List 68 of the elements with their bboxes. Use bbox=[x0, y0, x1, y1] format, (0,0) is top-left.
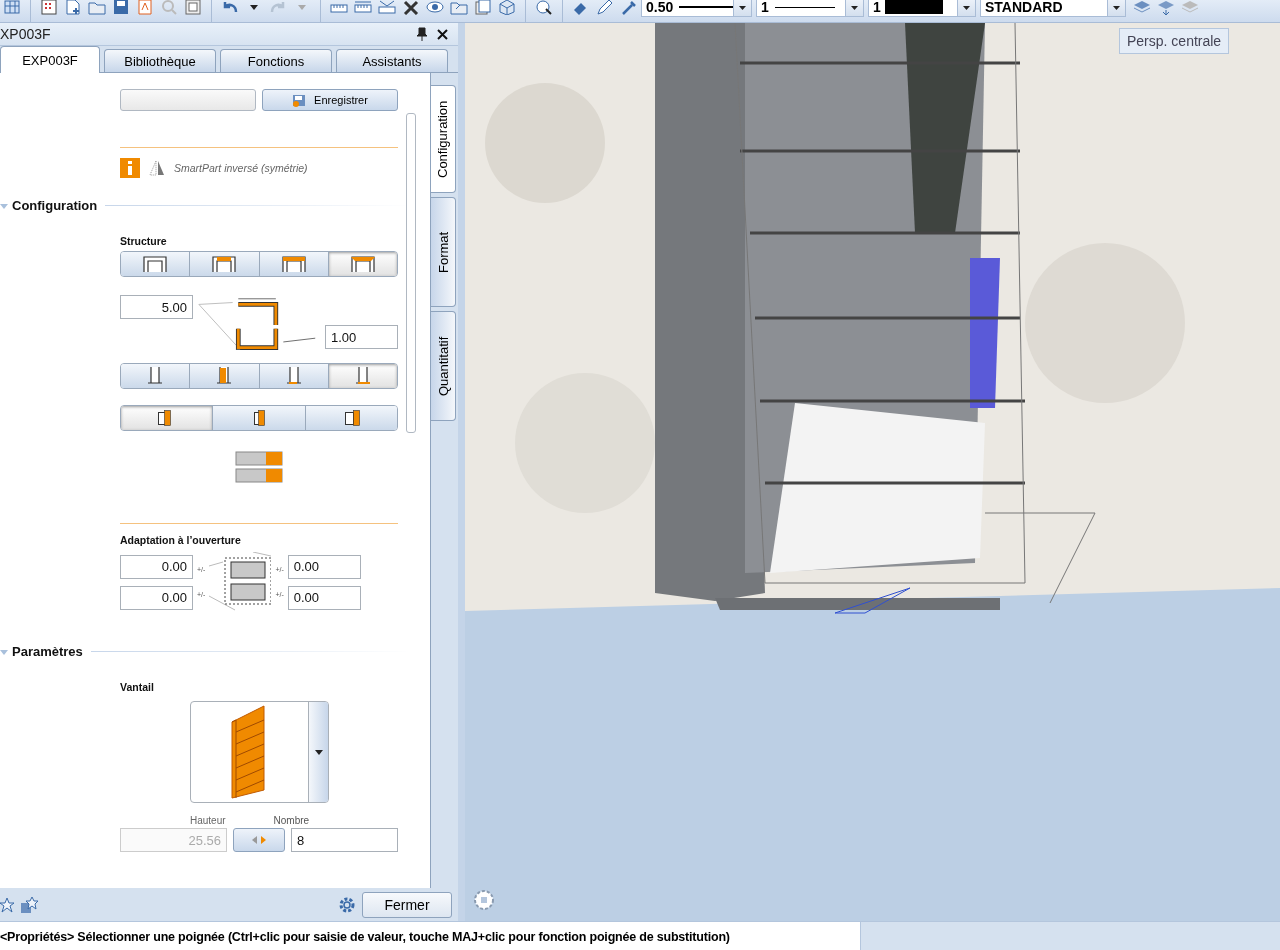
offset-field[interactable]: 0.00 bbox=[287, 554, 361, 579]
offset-field[interactable]: 0.00 bbox=[287, 585, 361, 610]
settings-icon[interactable] bbox=[338, 895, 356, 914]
section-title: Configuration bbox=[12, 198, 98, 213]
thickness-field[interactable]: 5.00 bbox=[120, 295, 193, 319]
name-field[interactable] bbox=[120, 89, 256, 111]
side-tab[interactable]: Quantitatif bbox=[431, 311, 456, 421]
panel-tab[interactable]: Fonctions bbox=[220, 49, 332, 72]
dropdown-button[interactable] bbox=[308, 702, 328, 802]
depth-field[interactable]: 1.00 bbox=[325, 325, 398, 349]
option-button[interactable] bbox=[121, 252, 191, 276]
offset-field[interactable]: 0.00 bbox=[120, 554, 193, 579]
side-tab[interactable]: Format bbox=[431, 197, 456, 307]
caret-icon bbox=[739, 6, 746, 10]
count-field[interactable]: 8 bbox=[291, 828, 398, 852]
field-label: Hauteur bbox=[190, 815, 226, 826]
field-label: Nombre bbox=[273, 815, 310, 826]
panel-tab[interactable]: Assistants bbox=[336, 49, 448, 72]
opening-drawing bbox=[209, 552, 272, 612]
segmented-control[interactable] bbox=[120, 363, 398, 389]
option-button[interactable] bbox=[259, 364, 329, 388]
save-button[interactable]: Enregistrer bbox=[262, 89, 398, 111]
caret-icon bbox=[851, 6, 858, 10]
option-button[interactable] bbox=[328, 364, 397, 388]
arrows-icon bbox=[251, 835, 267, 845]
swap-button[interactable] bbox=[233, 828, 285, 852]
tooltip: Persp. centrale bbox=[1119, 28, 1230, 54]
toolbar-dropdown[interactable]: 0.50 bbox=[641, 0, 752, 17]
toolbar-dropdown[interactable]: STANDARD bbox=[980, 0, 1126, 17]
mirror-icon[interactable] bbox=[148, 159, 166, 177]
option-button[interactable] bbox=[121, 406, 214, 430]
section-title: Paramètres bbox=[12, 644, 83, 659]
segmented-control[interactable] bbox=[120, 405, 398, 431]
navigation-icon[interactable] bbox=[473, 889, 495, 911]
close-icon[interactable] bbox=[437, 28, 448, 40]
option-button[interactable] bbox=[190, 364, 260, 388]
toolbar-dropdown[interactable]: 1 bbox=[868, 0, 976, 17]
toolbar-dropdown[interactable]: 1 bbox=[756, 0, 864, 17]
caret-icon bbox=[1113, 6, 1120, 10]
caret-icon bbox=[963, 6, 970, 10]
save-icon bbox=[292, 93, 307, 107]
status-text: <Propriétés> Sélectionner une poignée (Ctrl+clic pour saisie de valeur, touche MAJ+clic pour fonction poignée de substitution) bbox=[0, 928, 731, 946]
info-icon[interactable] bbox=[120, 158, 140, 178]
option-button[interactable] bbox=[259, 252, 329, 276]
field-label: Adaptation à l’ouverture bbox=[120, 534, 242, 546]
star-disk-icon[interactable] bbox=[20, 895, 38, 914]
option-button[interactable] bbox=[121, 364, 191, 388]
field-label: Vantail bbox=[120, 681, 155, 693]
side-tab[interactable]: Configuration bbox=[430, 85, 456, 193]
panel-tab[interactable]: EXP003F bbox=[0, 46, 100, 73]
offset-field[interactable]: 0.00 bbox=[120, 585, 193, 610]
panel-title: XP003F bbox=[0, 26, 52, 42]
field-label: Structure bbox=[120, 235, 168, 247]
profile-drawing bbox=[235, 451, 283, 483]
option-button[interactable] bbox=[213, 406, 306, 430]
scrollbar[interactable] bbox=[406, 113, 416, 433]
panel-tab[interactable]: Bibliothèque bbox=[104, 49, 216, 72]
segmented-control[interactable] bbox=[120, 251, 398, 277]
folder-icon[interactable] bbox=[447, 0, 471, 17]
profile-icon bbox=[342, 409, 360, 427]
option-button[interactable] bbox=[190, 252, 260, 276]
star-icon[interactable] bbox=[0, 896, 14, 913]
close-button[interactable]: Fermer bbox=[362, 891, 452, 918]
pin-icon[interactable] bbox=[417, 27, 427, 41]
mirror-option[interactable]: SmartPart inversé (symétrie) bbox=[174, 162, 308, 174]
caret-icon bbox=[314, 749, 323, 755]
option-button[interactable] bbox=[305, 406, 397, 430]
option-button[interactable] bbox=[328, 252, 397, 276]
